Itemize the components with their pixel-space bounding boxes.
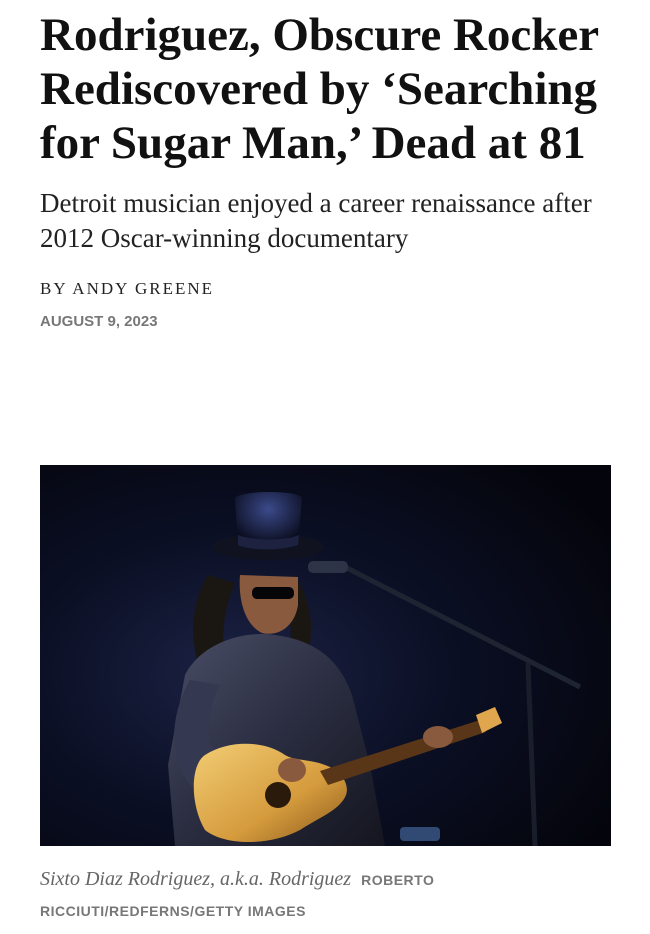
photo-caption: Sixto Diaz Rodriguez, a.k.a. Rodriguez R… [40, 864, 610, 927]
sunglasses [252, 587, 294, 599]
stage-light [400, 827, 440, 841]
soundhole [265, 782, 291, 808]
fretting-hand [423, 726, 453, 748]
caption-text: Sixto Diaz Rodriguez, a.k.a. Rodriguez [40, 868, 352, 890]
article-header: Rodriguez, Obscure Rocker Rediscovered b… [40, 0, 615, 332]
performer-illustration [40, 465, 611, 846]
byline[interactable]: BY ANDY GREENE [40, 278, 615, 300]
article-photo[interactable] [40, 465, 611, 846]
publish-date: AUGUST 9, 2023 [40, 313, 158, 330]
headline: Rodriguez, Obscure Rocker Rediscovered b… [40, 9, 599, 169]
microphone [308, 561, 348, 573]
subheadline: Detroit musician enjoyed a career renais… [40, 188, 592, 253]
strumming-hand [278, 758, 306, 782]
